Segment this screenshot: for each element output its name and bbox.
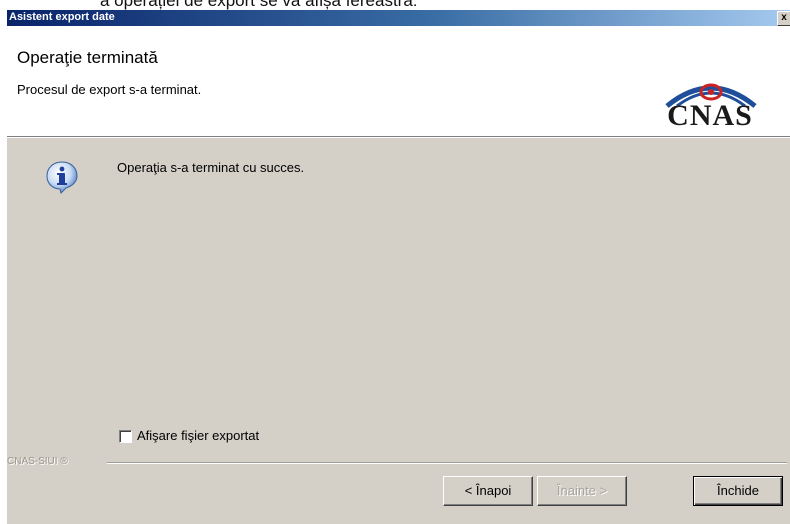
back-button[interactable]: < Înapoi: [443, 476, 533, 506]
export-wizard-dialog: Asistent export date x Operaţie terminat…: [6, 10, 790, 524]
title-bar[interactable]: Asistent export date x: [7, 10, 790, 26]
wizard-header: Operaţie terminată Procesul de export s-…: [7, 26, 790, 136]
document-caption: a operației de export se va afișa fereas…: [0, 0, 790, 10]
footer-brand: CNAS-SIUI ®: [7, 456, 68, 467]
window-title: Asistent export date: [9, 11, 115, 23]
cnas-logo: CNAS: [643, 76, 777, 132]
show-exported-file-checkbox[interactable]: [119, 430, 132, 443]
info-icon: [45, 160, 79, 194]
result-message: Operaţia s-a terminat cu succes.: [117, 160, 305, 175]
close-button[interactable]: Închide: [693, 476, 783, 506]
next-button[interactable]: Înainte >: [537, 476, 627, 506]
window-close-button[interactable]: x: [777, 11, 790, 26]
page-subtitle: Procesul de export s-a terminat.: [17, 82, 202, 97]
cnas-logo-text: CNAS: [667, 99, 753, 132]
footer-divider-highlight: [107, 463, 787, 464]
show-exported-file-label[interactable]: Afişare fişier exportat: [137, 428, 259, 443]
document-caption-text: a operației de export se va afișa fereas…: [100, 0, 418, 10]
header-divider-highlight: [7, 137, 790, 138]
page-title: Operaţie terminată: [17, 48, 158, 67]
